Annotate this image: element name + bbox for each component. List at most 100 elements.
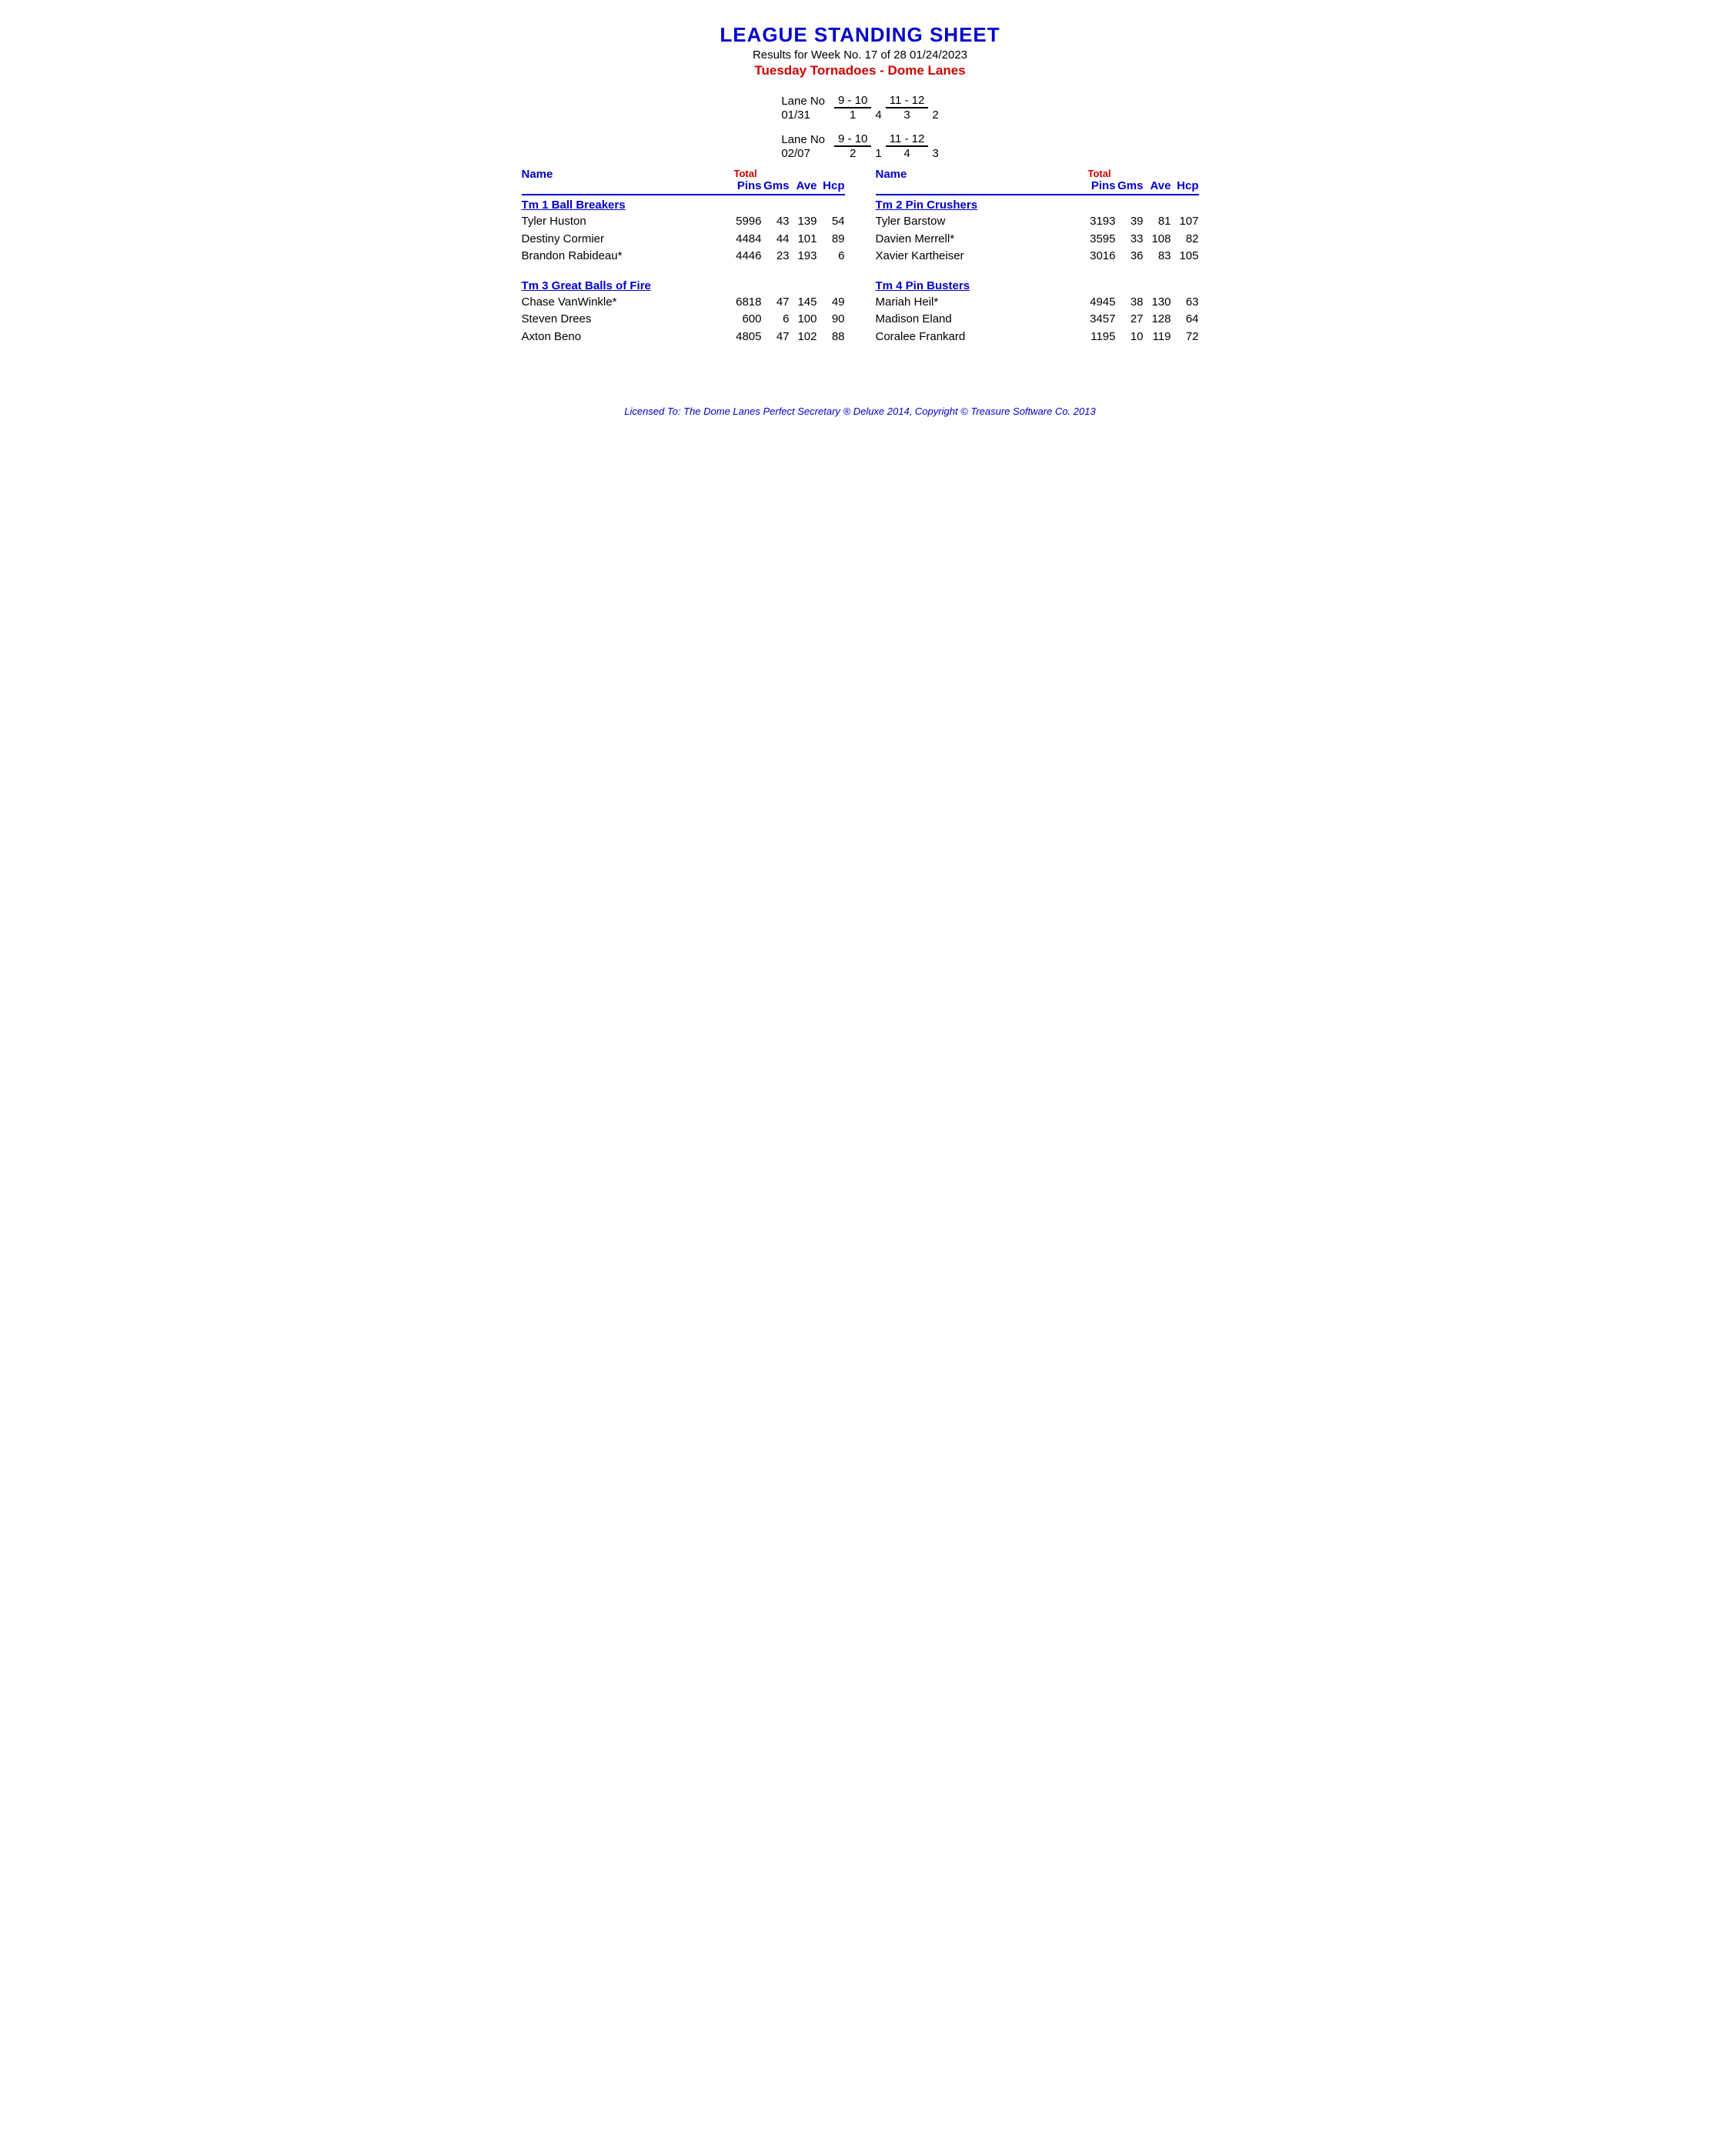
lane-9-10-header-2: 9 - 10 (834, 132, 871, 146)
table-row: Steven Drees 600 6 100 90 (522, 311, 845, 329)
player-stats: 4484 44 101 89 (731, 231, 845, 249)
left-column: Name Total Pins Gms Ave Hcp Tm 1 Ball Br… (522, 168, 853, 359)
page-header: LEAGUE STANDING SHEET Results for Week N… (522, 23, 1199, 78)
left-total-group: Total Pins Gms Ave Hcp (734, 168, 845, 192)
stat-gms: 38 (1116, 294, 1144, 312)
league-name: Tuesday Tornadoes - Dome Lanes (522, 63, 1199, 78)
right-name-header: Name (876, 168, 1088, 192)
stat-pins: 1195 (1085, 329, 1116, 346)
stat-hcp: 88 (817, 329, 845, 346)
team-1-name: Tm 1 Ball Breakers (522, 199, 845, 212)
stat-pins: 600 (731, 311, 762, 329)
player-stats: 4446 23 193 6 (731, 248, 845, 265)
stat-pins: 3193 (1085, 213, 1116, 231)
right-stats-headers: Pins Gms Ave Hcp (1088, 179, 1199, 192)
lane-table-1: Lane No 9 - 10 11 - 12 01/31 1 4 3 2 (777, 94, 942, 122)
lane-2-val3: 4 (886, 146, 929, 160)
table-row: Coralee Frankard 1195 10 119 72 (876, 329, 1199, 346)
stat-hcp: 64 (1171, 311, 1199, 329)
table-row: Brandon Rabideau* 4446 23 193 6 (522, 248, 845, 265)
team-4-section: Tm 4 Pin Busters Mariah Heil* 4945 38 13… (876, 279, 1199, 346)
left-ave-header: Ave (790, 179, 817, 192)
stat-pins: 3016 (1085, 248, 1116, 265)
right-hcp-header: Hcp (1171, 179, 1199, 192)
team-4-name: Tm 4 Pin Busters (876, 279, 1199, 292)
team-2-section: Tm 2 Pin Crushers Tyler Barstow 3193 39 … (876, 199, 1199, 265)
left-name-header: Name (522, 168, 734, 192)
lane-1-val4: 2 (928, 108, 942, 122)
stat-hcp: 72 (1171, 329, 1199, 346)
table-row: Xavier Kartheiser 3016 36 83 105 (876, 248, 1199, 265)
table-row: Tyler Huston 5996 43 139 54 (522, 213, 845, 231)
stat-gms: 27 (1116, 311, 1144, 329)
table-row: Mariah Heil* 4945 38 130 63 (876, 294, 1199, 312)
stat-ave: 81 (1144, 213, 1171, 231)
stat-pins: 4945 (1085, 294, 1116, 312)
player-name: Tyler Huston (522, 213, 731, 231)
right-col-headers: Name Total Pins Gms Ave Hcp (876, 168, 1199, 195)
player-name: Tyler Barstow (876, 213, 1085, 231)
stat-ave: 130 (1144, 294, 1171, 312)
table-row: Chase VanWinkle* 6818 47 145 49 (522, 294, 845, 312)
table-row: Tyler Barstow 3193 39 81 107 (876, 213, 1199, 231)
stat-hcp: 6 (817, 248, 845, 265)
subtitle: Results for Week No. 17 of 28 01/24/2023 (522, 48, 1199, 62)
right-total-group: Total Pins Gms Ave Hcp (1088, 168, 1199, 192)
main-title: LEAGUE STANDING SHEET (522, 23, 1199, 47)
lane-2-val1: 2 (834, 146, 871, 160)
player-name: Mariah Heil* (876, 294, 1085, 312)
stat-gms: 47 (762, 329, 790, 346)
left-hcp-header: Hcp (817, 179, 845, 192)
stat-pins: 5996 (731, 213, 762, 231)
player-stats: 3595 33 108 82 (1085, 231, 1199, 249)
stat-hcp: 90 (817, 311, 845, 329)
lane-11-12-header-2: 11 - 12 (886, 132, 929, 146)
lane-11-12-header-1: 11 - 12 (886, 94, 929, 108)
stat-gms: 23 (762, 248, 790, 265)
player-name: Steven Drees (522, 311, 731, 329)
player-name: Destiny Cormier (522, 231, 731, 249)
footer: Licensed To: The Dome Lanes Perfect Secr… (522, 406, 1199, 417)
team-1-section: Tm 1 Ball Breakers Tyler Huston 5996 43 … (522, 199, 845, 265)
player-stats: 4945 38 130 63 (1085, 294, 1199, 312)
stat-ave: 128 (1144, 311, 1171, 329)
left-stats-headers: Pins Gms Ave Hcp (734, 179, 845, 192)
stat-gms: 43 (762, 213, 790, 231)
stat-gms: 36 (1116, 248, 1144, 265)
stat-ave: 100 (790, 311, 817, 329)
team-3-name: Tm 3 Great Balls of Fire (522, 279, 845, 292)
player-stats: 6818 47 145 49 (731, 294, 845, 312)
player-name: Xavier Kartheiser (876, 248, 1085, 265)
stat-hcp: 89 (817, 231, 845, 249)
stat-gms: 39 (1116, 213, 1144, 231)
player-stats: 4805 47 102 88 (731, 329, 845, 346)
lane-1-val1: 1 (834, 108, 871, 122)
player-name: Coralee Frankard (876, 329, 1085, 346)
player-stats: 3457 27 128 64 (1085, 311, 1199, 329)
stat-ave: 145 (790, 294, 817, 312)
stat-ave: 101 (790, 231, 817, 249)
player-stats: 1195 10 119 72 (1085, 329, 1199, 346)
lane-label-2: Lane No (777, 132, 834, 146)
stat-gms: 44 (762, 231, 790, 249)
stat-ave: 83 (1144, 248, 1171, 265)
stat-hcp: 63 (1171, 294, 1199, 312)
stat-ave: 108 (1144, 231, 1171, 249)
player-stats: 3016 36 83 105 (1085, 248, 1199, 265)
team-2-name: Tm 2 Pin Crushers (876, 199, 1199, 212)
stat-hcp: 82 (1171, 231, 1199, 249)
right-gms-header: Gms (1116, 179, 1144, 192)
lane-9-10-header-1: 9 - 10 (834, 94, 871, 108)
stat-gms: 10 (1116, 329, 1144, 346)
player-stats: 3193 39 81 107 (1085, 213, 1199, 231)
stat-hcp: 49 (817, 294, 845, 312)
standings-grid: Name Total Pins Gms Ave Hcp Tm 1 Ball Br… (522, 168, 1199, 359)
stat-hcp: 54 (817, 213, 845, 231)
lane-date-2: 02/07 (777, 146, 834, 160)
player-stats: 600 6 100 90 (731, 311, 845, 329)
stat-ave: 139 (790, 213, 817, 231)
right-ave-header: Ave (1144, 179, 1171, 192)
footer-text: Licensed To: The Dome Lanes Perfect Secr… (624, 406, 1095, 417)
lane-label-1: Lane No (777, 94, 834, 108)
team-3-section: Tm 3 Great Balls of Fire Chase VanWinkle… (522, 279, 845, 346)
